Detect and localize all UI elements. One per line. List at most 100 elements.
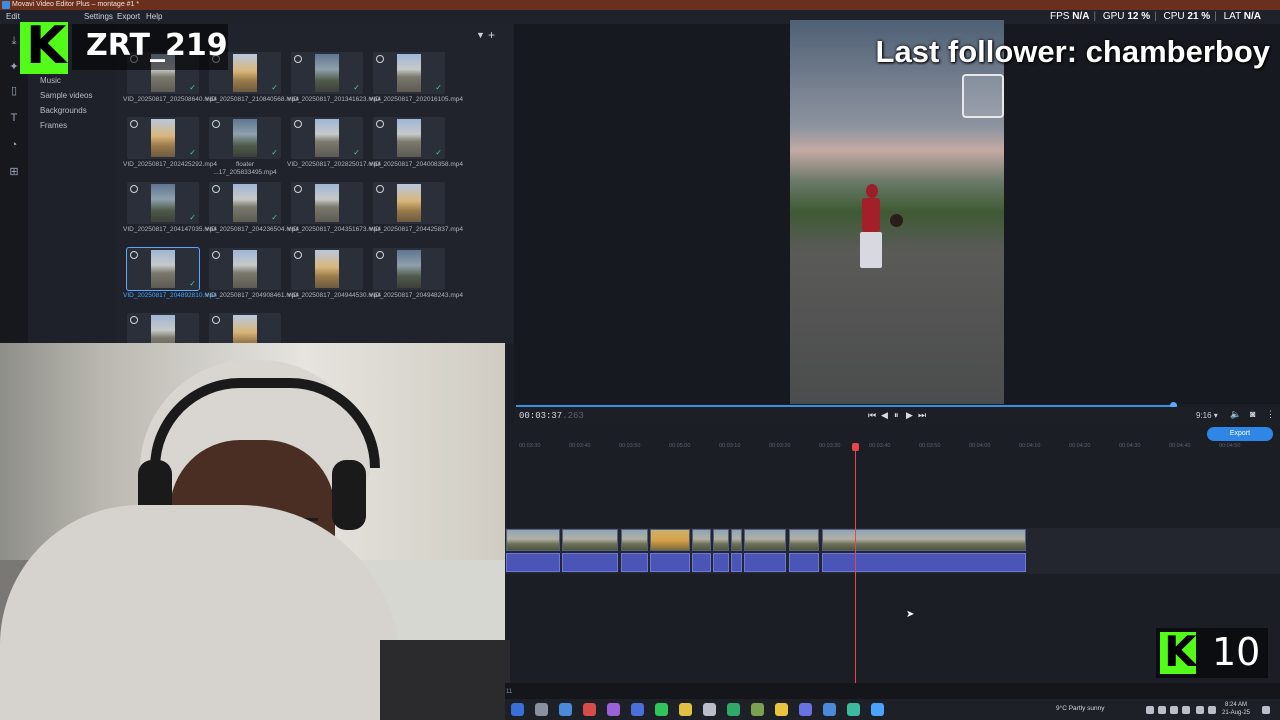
audio-clip[interactable] (562, 553, 618, 572)
select-circle-icon[interactable] (212, 251, 220, 259)
media-thumbnail[interactable]: ✓ (373, 117, 445, 159)
speaker-icon[interactable] (1208, 706, 1216, 714)
media-thumbnail[interactable]: ✓ (209, 182, 281, 224)
taskbar-app-icon[interactable] (559, 703, 572, 716)
audio-clip[interactable] (713, 553, 729, 572)
audio-clip[interactable] (650, 553, 690, 572)
taskbar-app-icon[interactable] (583, 703, 596, 716)
media-thumbnail[interactable]: ✓ (291, 117, 363, 159)
taskbar-app-icon[interactable] (847, 703, 860, 716)
audio-clip[interactable] (789, 553, 819, 572)
taskbar-app-icon[interactable] (631, 703, 644, 716)
media-thumbnail[interactable] (209, 248, 281, 290)
wifi-icon[interactable] (1196, 706, 1204, 714)
menu-help[interactable]: Help (146, 12, 162, 21)
video-clip[interactable] (692, 529, 711, 551)
media-thumbnail[interactable]: ✓ (127, 182, 199, 224)
video-clip[interactable] (822, 529, 1026, 551)
audio-clip[interactable] (744, 553, 786, 572)
taskbar-app-icon[interactable] (775, 703, 788, 716)
media-thumbnail[interactable] (373, 248, 445, 290)
pause-icon[interactable]: ⏸ (894, 410, 899, 421)
taskbar-app-icon[interactable] (823, 703, 836, 716)
select-circle-icon[interactable] (212, 316, 220, 324)
taskbar-app-icon[interactable] (679, 703, 692, 716)
video-clip[interactable] (713, 529, 729, 551)
snapshot-icon[interactable]: ◙ (1250, 409, 1255, 419)
select-circle-icon[interactable] (376, 120, 384, 128)
filter-icon[interactable]: ▼ (476, 30, 485, 40)
nav-sample-videos[interactable]: Sample videos (40, 91, 92, 100)
more-icon[interactable]: ⋮ (1266, 409, 1275, 420)
audio-clip[interactable] (731, 553, 742, 572)
add-media-icon[interactable]: + (488, 28, 495, 42)
more-tools-icon[interactable]: ⊞ (7, 165, 21, 179)
import-icon[interactable]: ⤓ (7, 34, 21, 48)
aspect-ratio-select[interactable]: 9:16 ▾ (1196, 411, 1218, 420)
select-circle-icon[interactable] (294, 185, 302, 193)
tray-icon[interactable] (1170, 706, 1178, 714)
taskbar-app-icon[interactable] (511, 703, 524, 716)
select-circle-icon[interactable] (294, 251, 302, 259)
transitions-icon[interactable]: ▯ (7, 84, 21, 98)
step-back-icon[interactable]: ◀ (881, 410, 888, 421)
export-button[interactable]: Export (1207, 427, 1273, 441)
video-clip[interactable] (621, 529, 648, 551)
select-circle-icon[interactable] (130, 316, 138, 324)
nav-frames[interactable]: Frames (40, 121, 67, 130)
skip-back-icon[interactable]: ⏮ (868, 410, 876, 421)
video-clip[interactable] (744, 529, 786, 551)
nav-music[interactable]: Music (40, 76, 61, 85)
taskbar-app-icon[interactable] (607, 703, 620, 716)
media-thumbnail[interactable]: ✓ (373, 52, 445, 94)
menu-settings[interactable]: Settings (84, 12, 113, 21)
select-circle-icon[interactable] (294, 55, 302, 63)
audio-clip[interactable] (692, 553, 711, 572)
clock[interactable]: 8:24 AM 21-Aug-25 (1222, 701, 1250, 717)
filters-icon[interactable]: ◔ (7, 138, 21, 152)
tray-icon[interactable] (1182, 706, 1190, 714)
playhead[interactable] (855, 447, 856, 683)
select-circle-icon[interactable] (376, 185, 384, 193)
menu-edit[interactable]: Edit (6, 12, 20, 21)
skip-forward-icon[interactable]: ⏭ (918, 410, 926, 421)
notification-icon[interactable] (1262, 706, 1270, 714)
select-circle-icon[interactable] (376, 251, 384, 259)
media-thumbnail[interactable]: ✓ (291, 52, 363, 94)
nav-backgrounds[interactable]: Backgrounds (40, 106, 87, 115)
select-circle-icon[interactable] (130, 185, 138, 193)
media-thumbnail[interactable]: ✓ (126, 247, 200, 291)
media-thumbnail[interactable] (373, 182, 445, 224)
taskbar-app-icon[interactable] (535, 703, 548, 716)
volume-icon[interactable]: 🔈 (1230, 409, 1241, 420)
tray-icon[interactable] (1146, 706, 1154, 714)
weather-widget[interactable]: 9°C Partly sunny (1056, 705, 1104, 712)
step-forward-icon[interactable]: ▶ (906, 410, 913, 421)
video-clip[interactable] (506, 529, 560, 551)
media-thumbnail[interactable] (291, 248, 363, 290)
media-thumbnail[interactable] (291, 182, 363, 224)
taskbar-app-icon[interactable] (799, 703, 812, 716)
select-circle-icon[interactable] (212, 185, 220, 193)
menu-export[interactable]: Export (117, 12, 140, 21)
taskbar-app-icon[interactable] (871, 703, 884, 716)
taskbar-app-icon[interactable] (727, 703, 740, 716)
select-circle-icon[interactable] (130, 251, 138, 259)
taskbar-app-icon[interactable] (655, 703, 668, 716)
media-thumbnail[interactable]: ✓ (127, 117, 199, 159)
taskbar-app-icon[interactable] (703, 703, 716, 716)
tray-icon[interactable] (1158, 706, 1166, 714)
audio-clip[interactable] (621, 553, 648, 572)
media-thumbnail[interactable]: ✓ (209, 117, 281, 159)
playhead-handle[interactable] (852, 443, 859, 451)
video-clip[interactable] (789, 529, 819, 551)
magic-icon[interactable]: ✦ (7, 60, 21, 74)
titles-icon[interactable]: T (7, 111, 21, 125)
select-circle-icon[interactable] (212, 120, 220, 128)
select-circle-icon[interactable] (294, 120, 302, 128)
select-circle-icon[interactable] (130, 120, 138, 128)
select-circle-icon[interactable] (376, 55, 384, 63)
audio-clip[interactable] (506, 553, 560, 572)
video-clip[interactable] (650, 529, 690, 551)
taskbar-app-icon[interactable] (751, 703, 764, 716)
